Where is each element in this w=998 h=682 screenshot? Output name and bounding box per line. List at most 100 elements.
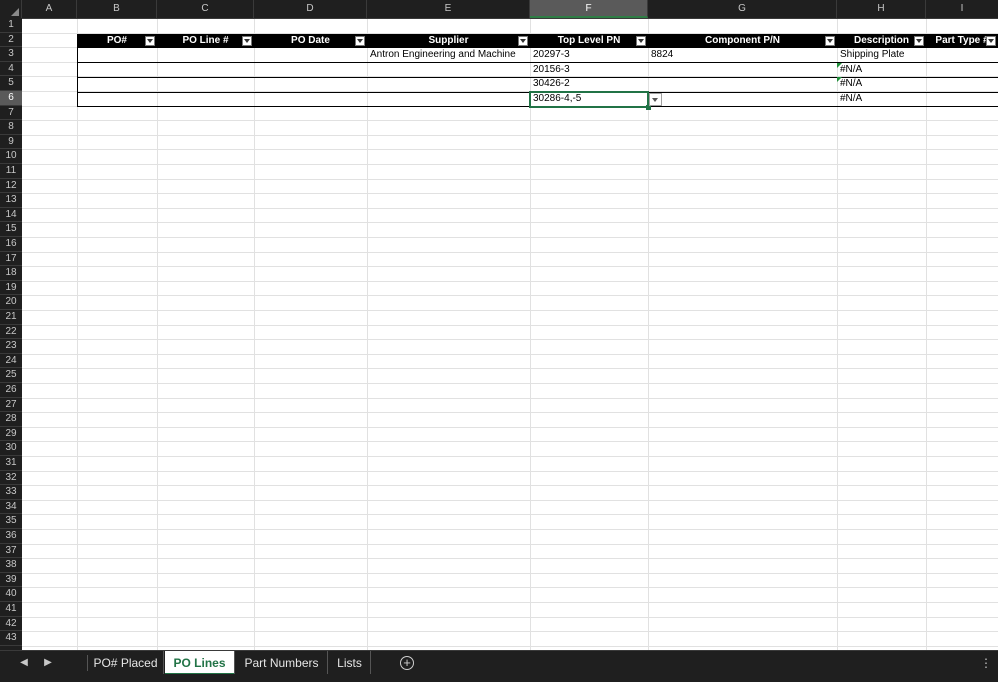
table-cell-description[interactable]: #N/A <box>837 77 926 92</box>
column-header-b[interactable]: B <box>77 0 157 18</box>
row-header-39[interactable]: 39 <box>0 573 22 588</box>
cell-dropdown-button[interactable] <box>649 92 662 106</box>
table-cell-supplier[interactable] <box>367 77 530 92</box>
table-cell-description[interactable]: #N/A <box>837 63 926 78</box>
row-header-27[interactable]: 27 <box>0 398 22 413</box>
active-cell-selection[interactable] <box>529 91 649 108</box>
add-sheet-icon[interactable]: + <box>400 656 414 670</box>
row-header-16[interactable]: 16 <box>0 237 22 252</box>
column-header-g[interactable]: G <box>648 0 837 18</box>
spreadsheet-grid[interactable]: PO# PO Line # PO Date Supplier Top Level… <box>22 19 998 650</box>
table-cell-description[interactable]: Shipping Plate <box>837 48 926 63</box>
row-header-40[interactable]: 40 <box>0 587 22 602</box>
table-cell-po-date[interactable] <box>254 63 367 78</box>
filter-dropdown-icon[interactable] <box>986 35 996 46</box>
table-cell-supplier[interactable] <box>367 92 530 107</box>
table-cell-part-type[interactable] <box>926 63 998 78</box>
table-cell-part-type[interactable] <box>926 92 998 107</box>
column-header-i[interactable]: I <box>926 0 998 18</box>
row-header-9[interactable]: 9 <box>0 135 22 150</box>
filter-dropdown-icon[interactable] <box>518 35 528 46</box>
table-cell-supplier[interactable]: Antron Engineering and Machine <box>367 48 530 63</box>
row-header-30[interactable]: 30 <box>0 441 22 456</box>
table-cell-supplier[interactable] <box>367 63 530 78</box>
row-header-14[interactable]: 14 <box>0 208 22 223</box>
row-header-15[interactable]: 15 <box>0 222 22 237</box>
table-cell-top-level-pn[interactable]: 20156-3 <box>530 63 648 78</box>
column-header-h[interactable]: H <box>837 0 926 18</box>
row-header-6[interactable]: 6 <box>0 91 22 106</box>
table-cell-po[interactable] <box>77 92 157 107</box>
row-header-42[interactable]: 42 <box>0 617 22 632</box>
row-header-37[interactable]: 37 <box>0 544 22 559</box>
column-header-e[interactable]: E <box>367 0 530 18</box>
tab-scroll-right-icon[interactable]: ▶ <box>36 651 60 675</box>
table-cell-top-level-pn[interactable]: 30426-2 <box>530 77 648 92</box>
filter-dropdown-icon[interactable] <box>914 35 924 46</box>
filter-dropdown-icon[interactable] <box>145 35 155 46</box>
tab-scroll-left-icon[interactable]: ◀ <box>12 651 36 675</box>
table-cell-part-type[interactable] <box>926 48 998 63</box>
row-header-12[interactable]: 12 <box>0 179 22 194</box>
row-header-25[interactable]: 25 <box>0 368 22 383</box>
row-header-8[interactable]: 8 <box>0 120 22 135</box>
column-header-a[interactable]: A <box>22 0 77 18</box>
row-header-10[interactable]: 10 <box>0 149 22 164</box>
table-cell-part-type[interactable] <box>926 77 998 92</box>
row-header-5[interactable]: 5 <box>0 76 22 91</box>
row-header-20[interactable]: 20 <box>0 295 22 310</box>
row-header-19[interactable]: 19 <box>0 281 22 296</box>
row-header-13[interactable]: 13 <box>0 193 22 208</box>
row-header-3[interactable]: 3 <box>0 47 22 62</box>
row-header-38[interactable]: 38 <box>0 558 22 573</box>
column-header-d[interactable]: D <box>254 0 367 18</box>
row-header-34[interactable]: 34 <box>0 500 22 515</box>
row-header-26[interactable]: 26 <box>0 383 22 398</box>
row-header-11[interactable]: 11 <box>0 164 22 179</box>
select-all-corner[interactable] <box>0 0 22 18</box>
table-cell-po[interactable] <box>77 77 157 92</box>
row-header-28[interactable]: 28 <box>0 412 22 427</box>
row-header-18[interactable]: 18 <box>0 266 22 281</box>
table-cell-po-date[interactable] <box>254 77 367 92</box>
column-header-f[interactable]: F <box>530 0 648 18</box>
filter-dropdown-icon[interactable] <box>825 35 835 46</box>
column-header-c[interactable]: C <box>157 0 254 18</box>
tab-lists[interactable]: Lists <box>329 651 371 675</box>
row-header-7[interactable]: 7 <box>0 106 22 121</box>
row-header-41[interactable]: 41 <box>0 602 22 617</box>
row-header-17[interactable]: 17 <box>0 252 22 267</box>
row-header-29[interactable]: 29 <box>0 427 22 442</box>
table-cell-component-pn[interactable] <box>648 77 837 92</box>
table-cell-po-line[interactable] <box>157 92 254 107</box>
row-header-43[interactable]: 43 <box>0 631 22 646</box>
table-cell-top-level-pn[interactable]: 20297-3 <box>530 48 648 63</box>
row-header-4[interactable]: 4 <box>0 62 22 77</box>
row-header-33[interactable]: 33 <box>0 485 22 500</box>
table-cell-po-line[interactable] <box>157 63 254 78</box>
row-header-31[interactable]: 31 <box>0 456 22 471</box>
filter-dropdown-icon[interactable] <box>355 35 365 46</box>
row-header-36[interactable]: 36 <box>0 529 22 544</box>
filter-dropdown-icon[interactable] <box>242 35 252 46</box>
table-cell-po-date[interactable] <box>254 48 367 63</box>
more-options-icon[interactable]: ⋮ <box>980 651 992 675</box>
table-cell-description[interactable]: #N/A <box>837 92 926 107</box>
row-header-24[interactable]: 24 <box>0 354 22 369</box>
table-cell-po-line[interactable] <box>157 77 254 92</box>
row-header-2[interactable]: 2 <box>0 33 22 48</box>
tab-part-numbers[interactable]: Part Numbers <box>236 651 328 675</box>
table-cell-po[interactable] <box>77 48 157 63</box>
tab-po-lines[interactable]: PO Lines <box>165 651 235 675</box>
table-cell-component-pn[interactable]: 8824 <box>648 48 837 63</box>
table-cell-component-pn[interactable] <box>648 63 837 78</box>
table-cell-po-line[interactable] <box>157 48 254 63</box>
row-header-22[interactable]: 22 <box>0 325 22 340</box>
tab-po-placed[interactable]: PO# Placed <box>88 651 164 675</box>
filter-dropdown-icon[interactable] <box>636 35 646 46</box>
table-cell-po[interactable] <box>77 63 157 78</box>
table-cell-po-date[interactable] <box>254 92 367 107</box>
row-header-35[interactable]: 35 <box>0 514 22 529</box>
row-header-32[interactable]: 32 <box>0 471 22 486</box>
row-header-23[interactable]: 23 <box>0 339 22 354</box>
